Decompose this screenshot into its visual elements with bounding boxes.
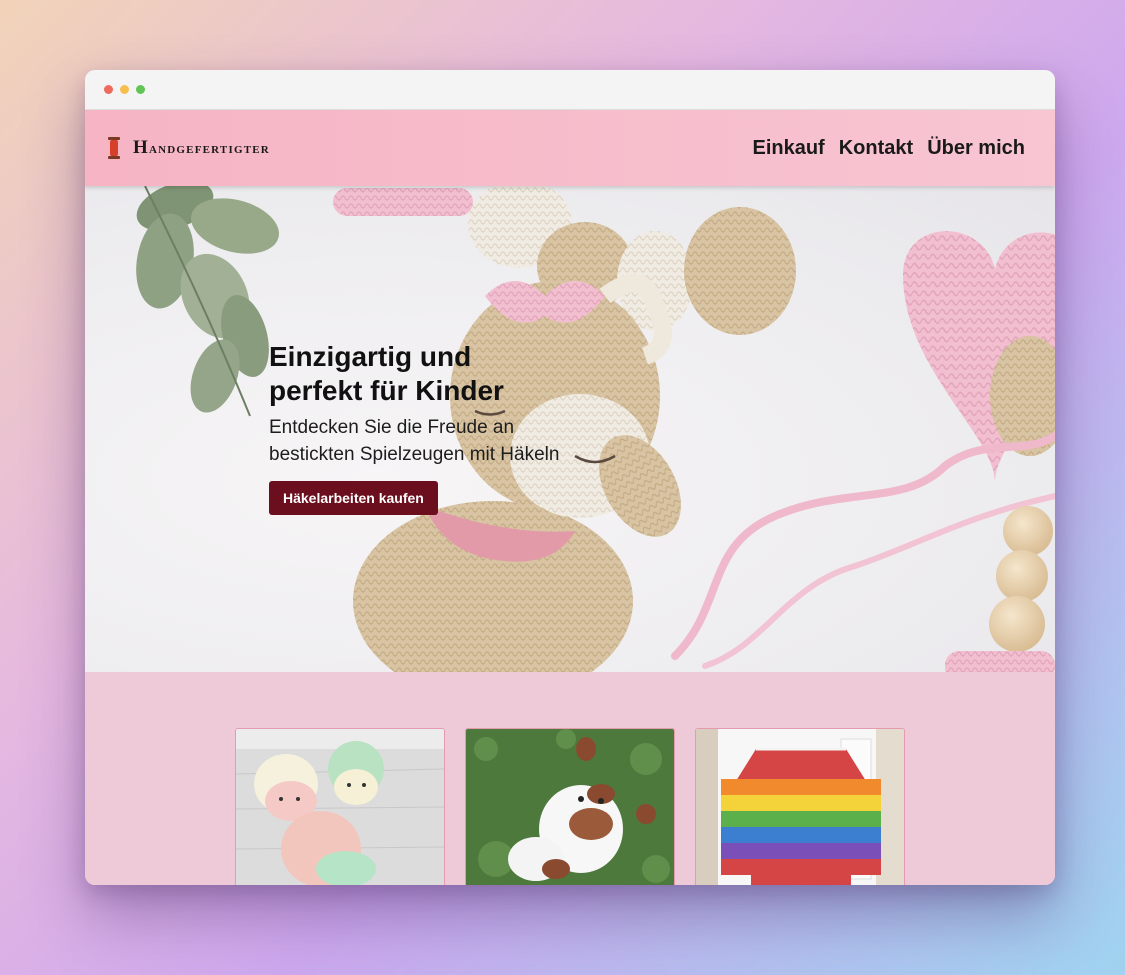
hero-text-block: Einzigartig und perfekt für Kinder Entde… [269,340,599,515]
hero-title: Einzigartig und perfekt für Kinder [269,340,599,408]
thread-spool-icon [105,136,123,160]
main-nav: Einkauf Kontakt Über mich [752,137,1025,160]
brand-name: Handgefertigter [133,137,270,158]
close-window-button[interactable] [104,85,113,94]
nav-link-ueber-mich[interactable]: Über mich [927,137,1025,160]
nav-link-einkauf[interactable]: Einkauf [752,137,824,160]
maximize-window-button[interactable] [136,85,145,94]
product-image-sweater [696,729,904,885]
shop-crochet-button[interactable]: Häkelarbeiten kaufen [269,481,438,515]
hero-section: Einzigartig und perfekt für Kinder Entde… [85,186,1055,672]
eucalyptus-leaves [136,186,279,417]
minimize-window-button[interactable] [120,85,129,94]
product-card-sweater[interactable] [695,728,905,885]
nav-link-kontakt[interactable]: Kontakt [839,137,913,160]
hero-subtitle-line-2: bestickten Spielzeugen mit Häkeln [269,444,560,465]
hero-title-line-1: Einzigartig und [269,341,472,372]
site-navbar: Handgefertigter Einkauf Kontakt Über mic… [85,110,1055,186]
browser-window: Handgefertigter Einkauf Kontakt Über mic… [85,70,1055,885]
hero-subtitle-line-1: Entdecken Sie die Freude an [269,417,515,438]
product-card-turtles[interactable] [235,728,445,885]
hero-subtitle: Entdecken Sie die Freude an bestickten S… [269,414,599,468]
title-bar [85,70,1055,110]
hero-title-line-2: perfekt für Kinder [269,375,504,406]
brand-logo[interactable]: Handgefertigter [105,136,270,160]
product-image-cow [466,729,674,885]
product-image-turtles [236,729,444,885]
product-card-cow[interactable] [465,728,675,885]
product-gallery [85,672,1055,885]
